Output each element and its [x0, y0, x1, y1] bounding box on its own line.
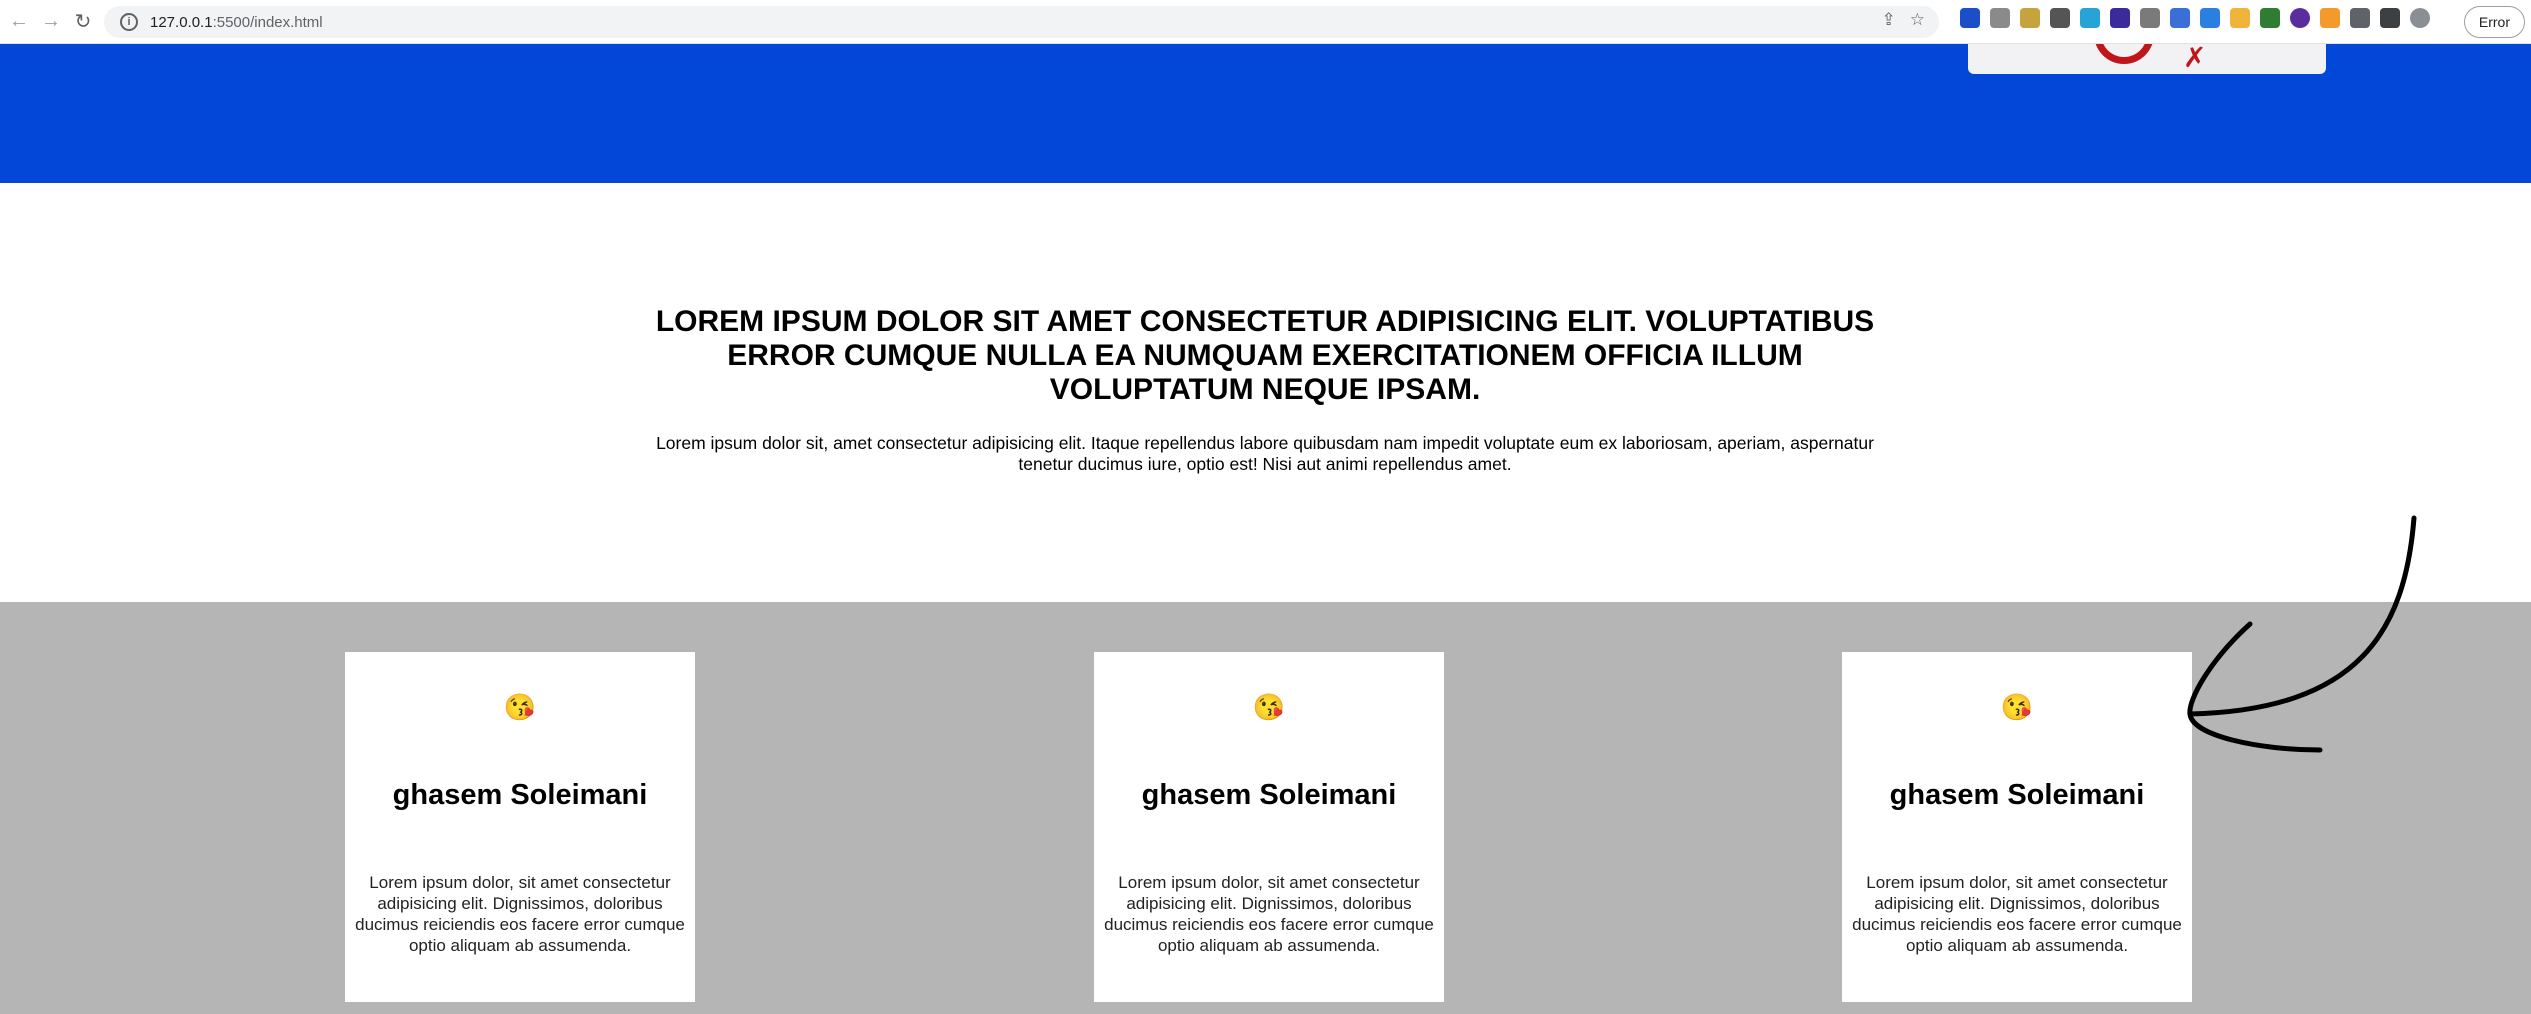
- extension-icon[interactable]: [2170, 8, 2190, 28]
- extension-icon[interactable]: [2260, 8, 2280, 28]
- annotation-arrow-icon: [2187, 515, 2417, 753]
- url-host: 127.0.0.1: [150, 13, 213, 31]
- url-path: :5500/index.html: [212, 13, 323, 31]
- intro-heading: LOREM IPSUM DOLOR SIT AMET CONSECTETUR A…: [655, 305, 1875, 406]
- kiss-emoji-icon: 😘: [2000, 692, 2034, 722]
- profile-card: 😘 ghasem Soleimani Lorem ipsum dolor, si…: [1094, 652, 1444, 1002]
- logo-red-mark: ✗: [2183, 44, 2207, 73]
- share-icon[interactable]: ⇪: [1882, 10, 1896, 30]
- profile-avatar[interactable]: [2410, 8, 2430, 28]
- kiss-emoji-icon: 😘: [1252, 692, 1286, 722]
- browser-toolbar: ← → ↻ i 127.0.0.1:5500/index.html ⇪ ☆ Er…: [0, 0, 2531, 44]
- intro-paragraph: Lorem ipsum dolor sit, amet consectetur …: [656, 433, 1874, 474]
- extension-icon[interactable]: [2140, 8, 2160, 28]
- bookmark-star-icon[interactable]: ☆: [1910, 10, 1925, 30]
- extension-icon[interactable]: [2290, 8, 2310, 28]
- extensions-bar: [1960, 8, 2430, 28]
- address-bar[interactable]: i 127.0.0.1:5500/index.html ⇪ ☆: [104, 6, 1939, 38]
- forward-icon[interactable]: →: [38, 9, 64, 35]
- extension-icon[interactable]: [1960, 8, 1980, 28]
- extension-icon[interactable]: [1990, 8, 2010, 28]
- profile-card: 😘 ghasem Soleimani Lorem ipsum dolor, si…: [345, 652, 695, 1002]
- card-text: Lorem ipsum dolor, sit amet consectetur …: [1852, 873, 2182, 955]
- card-title: ghasem Soleimani: [1141, 779, 1397, 811]
- cards-section: 😘 ghasem Soleimani Lorem ipsum dolor, si…: [0, 602, 2531, 1014]
- extension-icon[interactable]: [2080, 8, 2100, 28]
- extension-icon[interactable]: [2230, 8, 2250, 28]
- card-text: Lorem ipsum dolor, sit amet consectetur …: [355, 873, 685, 955]
- logo-image: ✗: [1968, 44, 2326, 74]
- side-panel-icon[interactable]: [2380, 8, 2400, 28]
- intro-section: LOREM IPSUM DOLOR SIT AMET CONSECTETUR A…: [0, 183, 2531, 602]
- header-banner: ✗: [0, 44, 2531, 183]
- reload-icon[interactable]: ↻: [70, 9, 96, 35]
- card-title: ghasem Soleimani: [392, 779, 648, 811]
- kiss-emoji-icon: 😘: [503, 692, 537, 722]
- extension-icon[interactable]: [2200, 8, 2220, 28]
- extension-icon[interactable]: [2050, 8, 2070, 28]
- extension-icon[interactable]: [2110, 8, 2130, 28]
- extension-icon[interactable]: [2320, 8, 2340, 28]
- error-button[interactable]: Error: [2463, 6, 2525, 38]
- card-title: ghasem Soleimani: [1889, 779, 2145, 811]
- profile-card: 😘 ghasem Soleimani Lorem ipsum dolor, si…: [1842, 652, 2192, 1002]
- puzzle-icon[interactable]: [2350, 8, 2370, 28]
- logo-red-mark: [2094, 44, 2154, 64]
- extension-icon[interactable]: [2020, 8, 2040, 28]
- site-info-icon[interactable]: i: [120, 13, 138, 31]
- card-text: Lorem ipsum dolor, sit amet consectetur …: [1104, 873, 1434, 955]
- back-icon[interactable]: ←: [6, 9, 32, 35]
